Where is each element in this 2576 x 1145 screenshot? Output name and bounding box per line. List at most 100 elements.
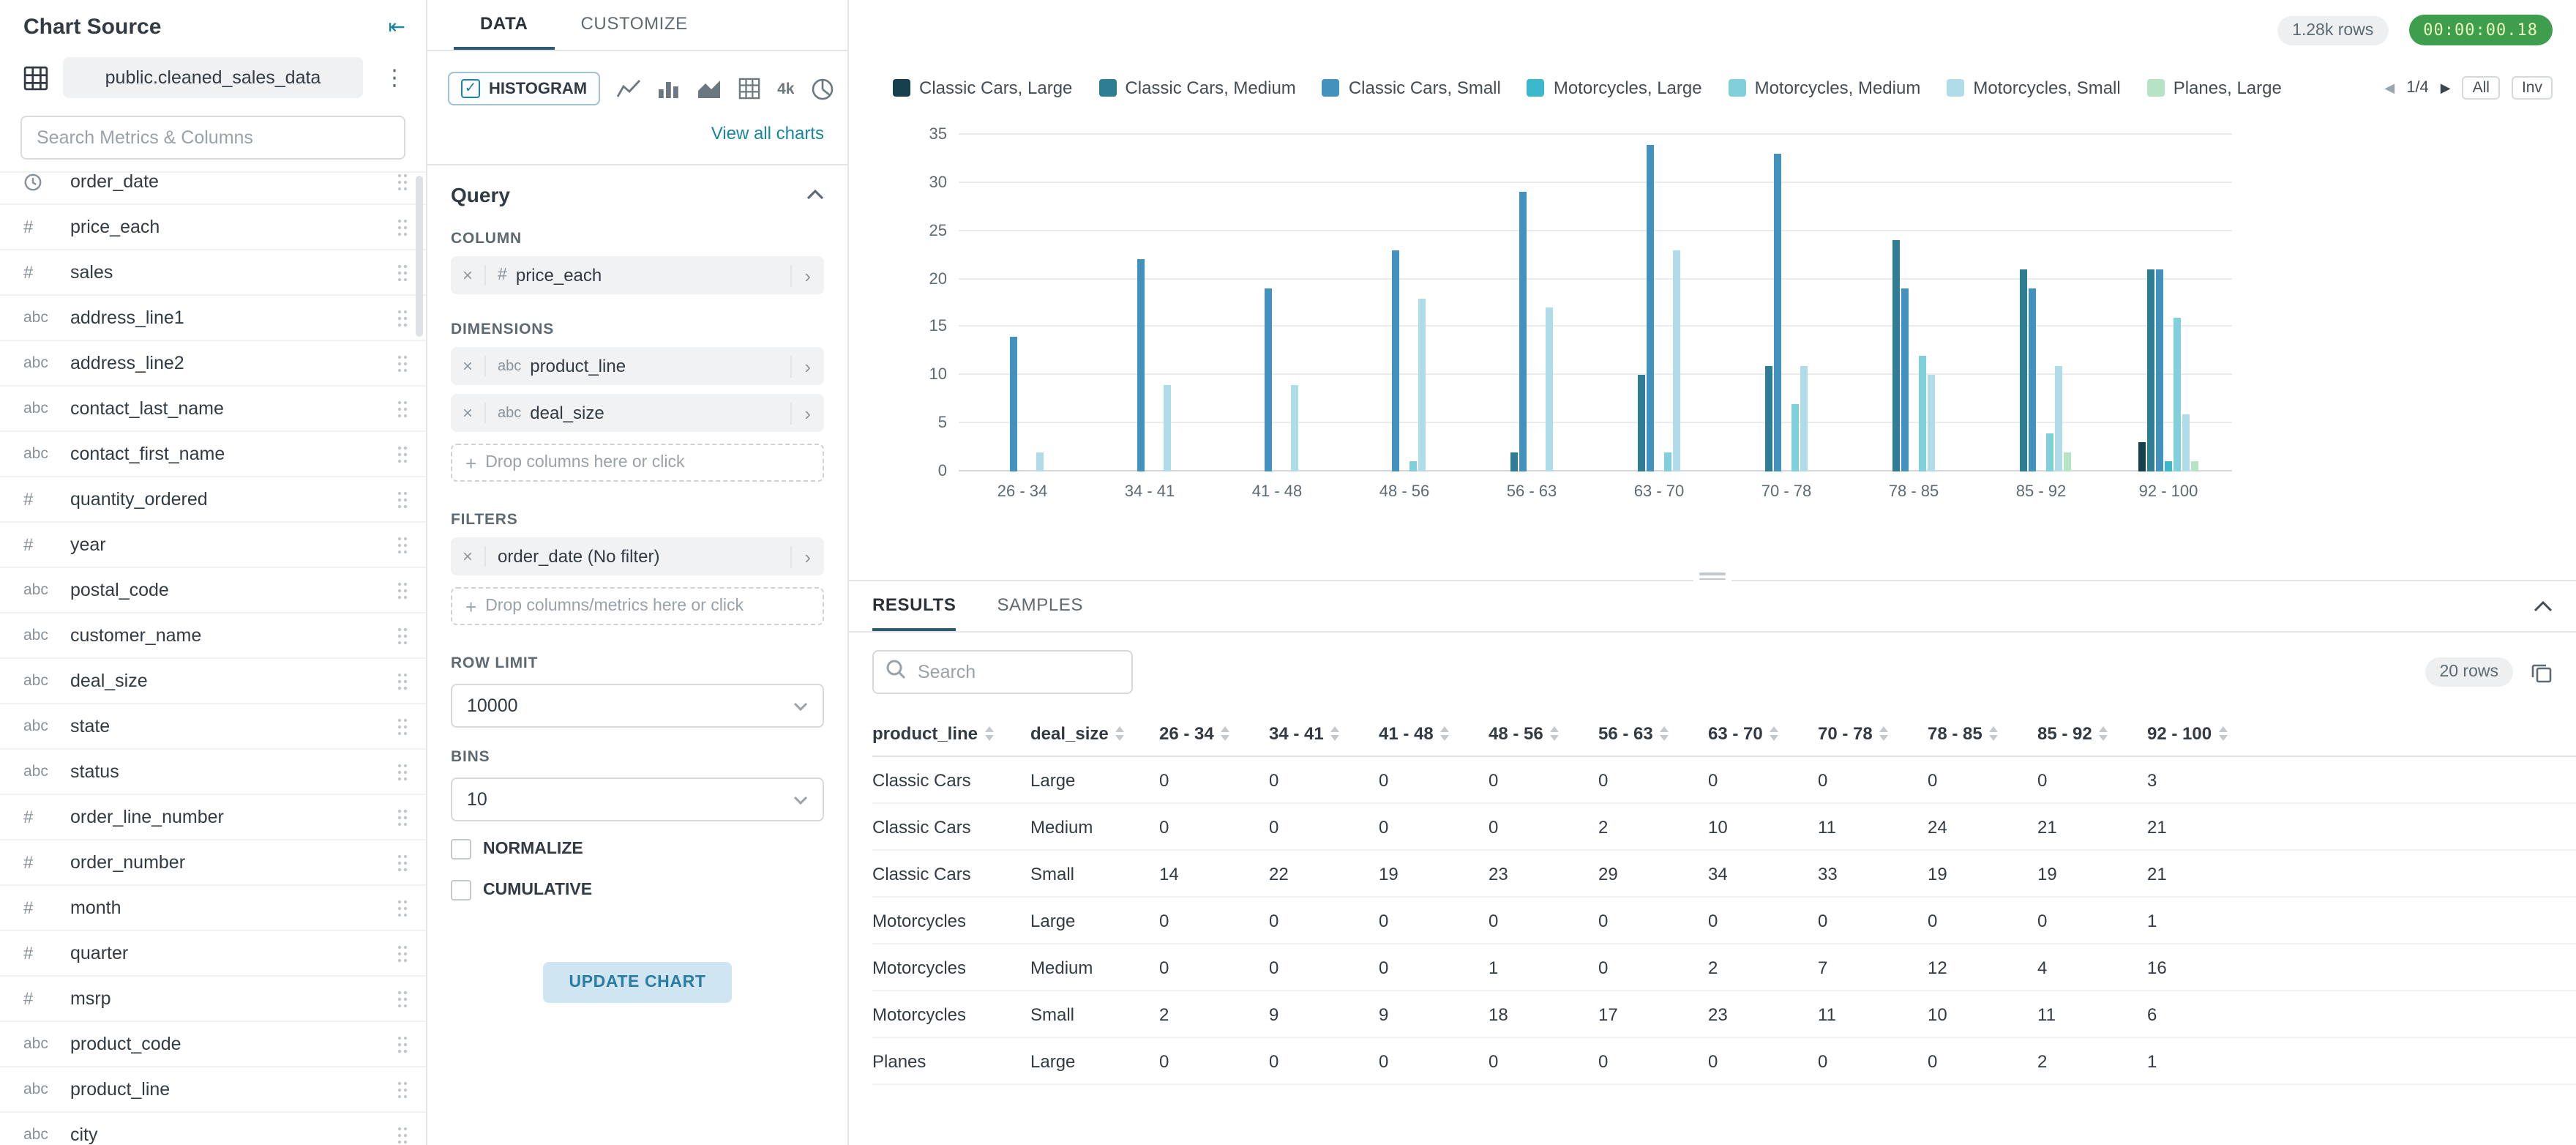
normalize-checkbox[interactable]: NORMALIZE [427, 824, 847, 865]
legend-item[interactable]: Classic Cars, Medium [1098, 78, 1295, 98]
expand-column-icon[interactable]: › [790, 264, 824, 286]
collapse-panel-icon[interactable]: ⇤ [389, 15, 405, 40]
column-header[interactable]: 41 - 48 [1379, 723, 1489, 744]
area-chart-icon[interactable] [697, 78, 722, 100]
dimension-field-pill[interactable]: × abc deal_size › [451, 394, 824, 432]
column-list-item[interactable]: abcproduct_line [0, 1067, 426, 1113]
sort-icon[interactable] [1116, 726, 1125, 741]
table-chart-icon[interactable] [738, 78, 761, 100]
collapse-results-icon[interactable] [2534, 600, 2553, 612]
legend-item[interactable]: Classic Cars, Large [893, 78, 1072, 98]
column-header[interactable]: product_line [872, 723, 1030, 744]
sort-icon[interactable] [985, 726, 994, 741]
big-number-icon[interactable]: 4k [777, 80, 794, 97]
column-list-item[interactable]: #price_each [0, 205, 426, 250]
drag-handle-icon[interactable] [397, 762, 408, 781]
copy-icon[interactable] [2531, 661, 2553, 683]
column-list-item[interactable]: abcproduct_code [0, 1022, 426, 1067]
legend-item[interactable]: Planes, Large [2147, 78, 2282, 98]
column-list-item[interactable]: abcaddress_line1 [0, 296, 426, 341]
update-chart-button[interactable]: UPDATE CHART [543, 962, 733, 1003]
columns-scrollbar[interactable] [416, 176, 423, 337]
drag-divider-handle-icon[interactable] [1693, 571, 1731, 581]
tab-results[interactable]: RESULTS [872, 581, 956, 631]
column-list-item[interactable]: abcaddress_line2 [0, 341, 426, 387]
column-list-item[interactable]: #quarter [0, 931, 426, 977]
remove-filter-icon[interactable]: × [451, 546, 486, 567]
collapse-query-section-icon[interactable] [806, 189, 824, 201]
column-list-item[interactable]: abccontact_first_name [0, 432, 426, 477]
bar-chart-icon[interactable] [657, 78, 681, 100]
column-header[interactable]: 92 - 100 [2147, 723, 2257, 744]
sort-icon[interactable] [1880, 726, 1889, 741]
drag-handle-icon[interactable] [397, 535, 408, 554]
column-list-item[interactable]: #year [0, 523, 426, 568]
column-header[interactable]: 26 - 34 [1159, 723, 1269, 744]
column-list-item[interactable]: order_date [0, 171, 426, 205]
drag-handle-icon[interactable] [397, 217, 408, 236]
drag-handle-icon[interactable] [397, 944, 408, 963]
column-list-item[interactable]: abcstate [0, 704, 426, 750]
drag-handle-icon[interactable] [397, 1080, 408, 1099]
column-header[interactable]: 85 - 92 [2037, 723, 2147, 744]
row-limit-select[interactable]: 10000 [451, 684, 824, 728]
sort-icon[interactable] [1990, 726, 1999, 741]
drag-handle-icon[interactable] [397, 399, 408, 418]
drag-handle-icon[interactable] [397, 898, 408, 917]
dataset-name[interactable]: public.cleaned_sales_data [63, 57, 363, 98]
results-search[interactable] [872, 650, 1133, 694]
sort-icon[interactable] [1441, 726, 1450, 741]
drag-handle-icon[interactable] [397, 671, 408, 690]
sort-icon[interactable] [1221, 726, 1230, 741]
remove-dimension-icon[interactable]: × [451, 403, 486, 423]
sort-icon[interactable] [2100, 726, 2108, 741]
sort-icon[interactable] [1770, 726, 1779, 741]
drag-handle-icon[interactable] [397, 1125, 408, 1144]
drag-handle-icon[interactable] [397, 490, 408, 509]
sort-icon[interactable] [1331, 726, 1340, 741]
column-list-item[interactable]: #msrp [0, 977, 426, 1022]
viz-type-histogram-button[interactable]: ✓ HISTOGRAM [448, 72, 600, 105]
column-list-item[interactable]: abccity [0, 1113, 426, 1145]
drag-handle-icon[interactable] [397, 626, 408, 645]
column-list-item[interactable]: #month [0, 886, 426, 931]
column-header[interactable]: 63 - 70 [1708, 723, 1818, 744]
column-list-item[interactable]: abcstatus [0, 750, 426, 795]
column-list-item[interactable]: abcpostal_code [0, 568, 426, 613]
drag-handle-icon[interactable] [397, 1034, 408, 1053]
drag-handle-icon[interactable] [397, 263, 408, 282]
column-list-item[interactable]: abcdeal_size [0, 659, 426, 704]
tab-customize[interactable]: CUSTOMIZE [555, 0, 714, 50]
sort-icon[interactable] [1551, 726, 1560, 741]
drag-handle-icon[interactable] [397, 853, 408, 872]
drag-handle-icon[interactable] [397, 717, 408, 736]
pie-chart-icon[interactable] [810, 77, 834, 100]
remove-column-icon[interactable]: × [451, 265, 486, 286]
line-chart-icon[interactable] [616, 78, 641, 100]
sort-icon[interactable] [2219, 726, 2228, 741]
expand-dimension-icon[interactable]: › [790, 355, 824, 377]
column-header[interactable]: 70 - 78 [1818, 723, 1928, 744]
column-header[interactable]: 78 - 85 [1928, 723, 2037, 744]
column-header[interactable]: deal_size [1030, 723, 1159, 744]
column-list-item[interactable]: #order_line_number [0, 795, 426, 840]
legend-item[interactable]: Motorcycles, Large [1527, 78, 1702, 98]
remove-dimension-icon[interactable]: × [451, 356, 486, 376]
expand-filter-icon[interactable]: › [790, 545, 824, 567]
filter-field-pill[interactable]: × order_date (No filter) › [451, 537, 824, 575]
legend-item[interactable]: Motorcycles, Small [1947, 78, 2120, 98]
column-list-item[interactable]: abccontact_last_name [0, 387, 426, 432]
legend-prev-icon[interactable]: ◀ [2384, 80, 2395, 96]
legend-next-icon[interactable]: ▶ [2441, 80, 2451, 96]
legend-item[interactable]: Classic Cars, Small [1322, 78, 1501, 98]
dataset-menu-icon[interactable]: ⋮ [378, 64, 411, 91]
column-list-item[interactable]: #order_number [0, 840, 426, 886]
drag-handle-icon[interactable] [397, 308, 408, 327]
results-search-input[interactable] [915, 660, 1120, 684]
legend-inv-button[interactable]: Inv [2512, 76, 2553, 100]
column-header[interactable]: 48 - 56 [1489, 723, 1598, 744]
expand-dimension-icon[interactable]: › [790, 402, 824, 424]
columns-search-input[interactable] [20, 116, 405, 160]
column-header[interactable]: 56 - 63 [1598, 723, 1708, 744]
drag-handle-icon[interactable] [397, 581, 408, 600]
